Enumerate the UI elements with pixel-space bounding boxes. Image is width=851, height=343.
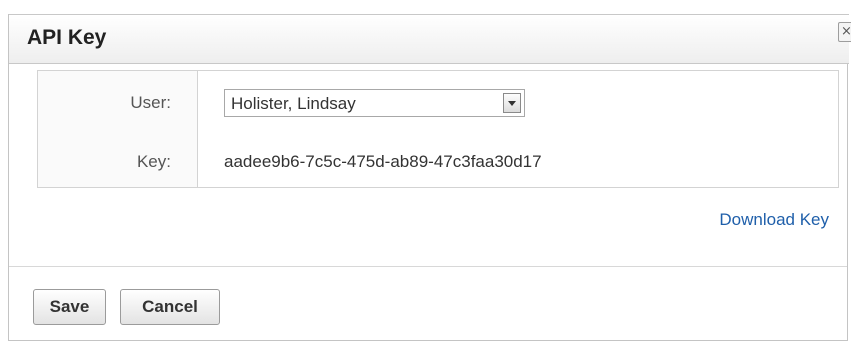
close-icon[interactable]: ×	[838, 22, 851, 42]
chevron-down-icon[interactable]	[503, 93, 521, 113]
dialog-titlebar: API Key ×	[9, 14, 851, 64]
label-column: User: Key:	[38, 71, 198, 187]
dialog-footer: Save Cancel	[9, 266, 847, 340]
download-key-link[interactable]: Download Key	[719, 210, 829, 230]
user-select[interactable]: Holister, Lindsay	[224, 89, 525, 117]
dialog-title: API Key	[27, 26, 107, 49]
cancel-button[interactable]: Cancel	[120, 289, 220, 325]
api-key-value: aadee9b6-7c5c-475d-ab89-47c3faa30d17	[224, 152, 542, 171]
user-select-value: Holister, Lindsay	[231, 94, 356, 113]
api-key-dialog: API Key × User: Key: Holister, Lindsay a…	[8, 14, 851, 341]
save-button[interactable]: Save	[33, 289, 106, 325]
user-label: User:	[130, 93, 171, 112]
key-label: Key:	[136, 152, 171, 171]
api-key-form: User: Key: Holister, Lindsay aadee9b6-7c…	[37, 70, 839, 188]
